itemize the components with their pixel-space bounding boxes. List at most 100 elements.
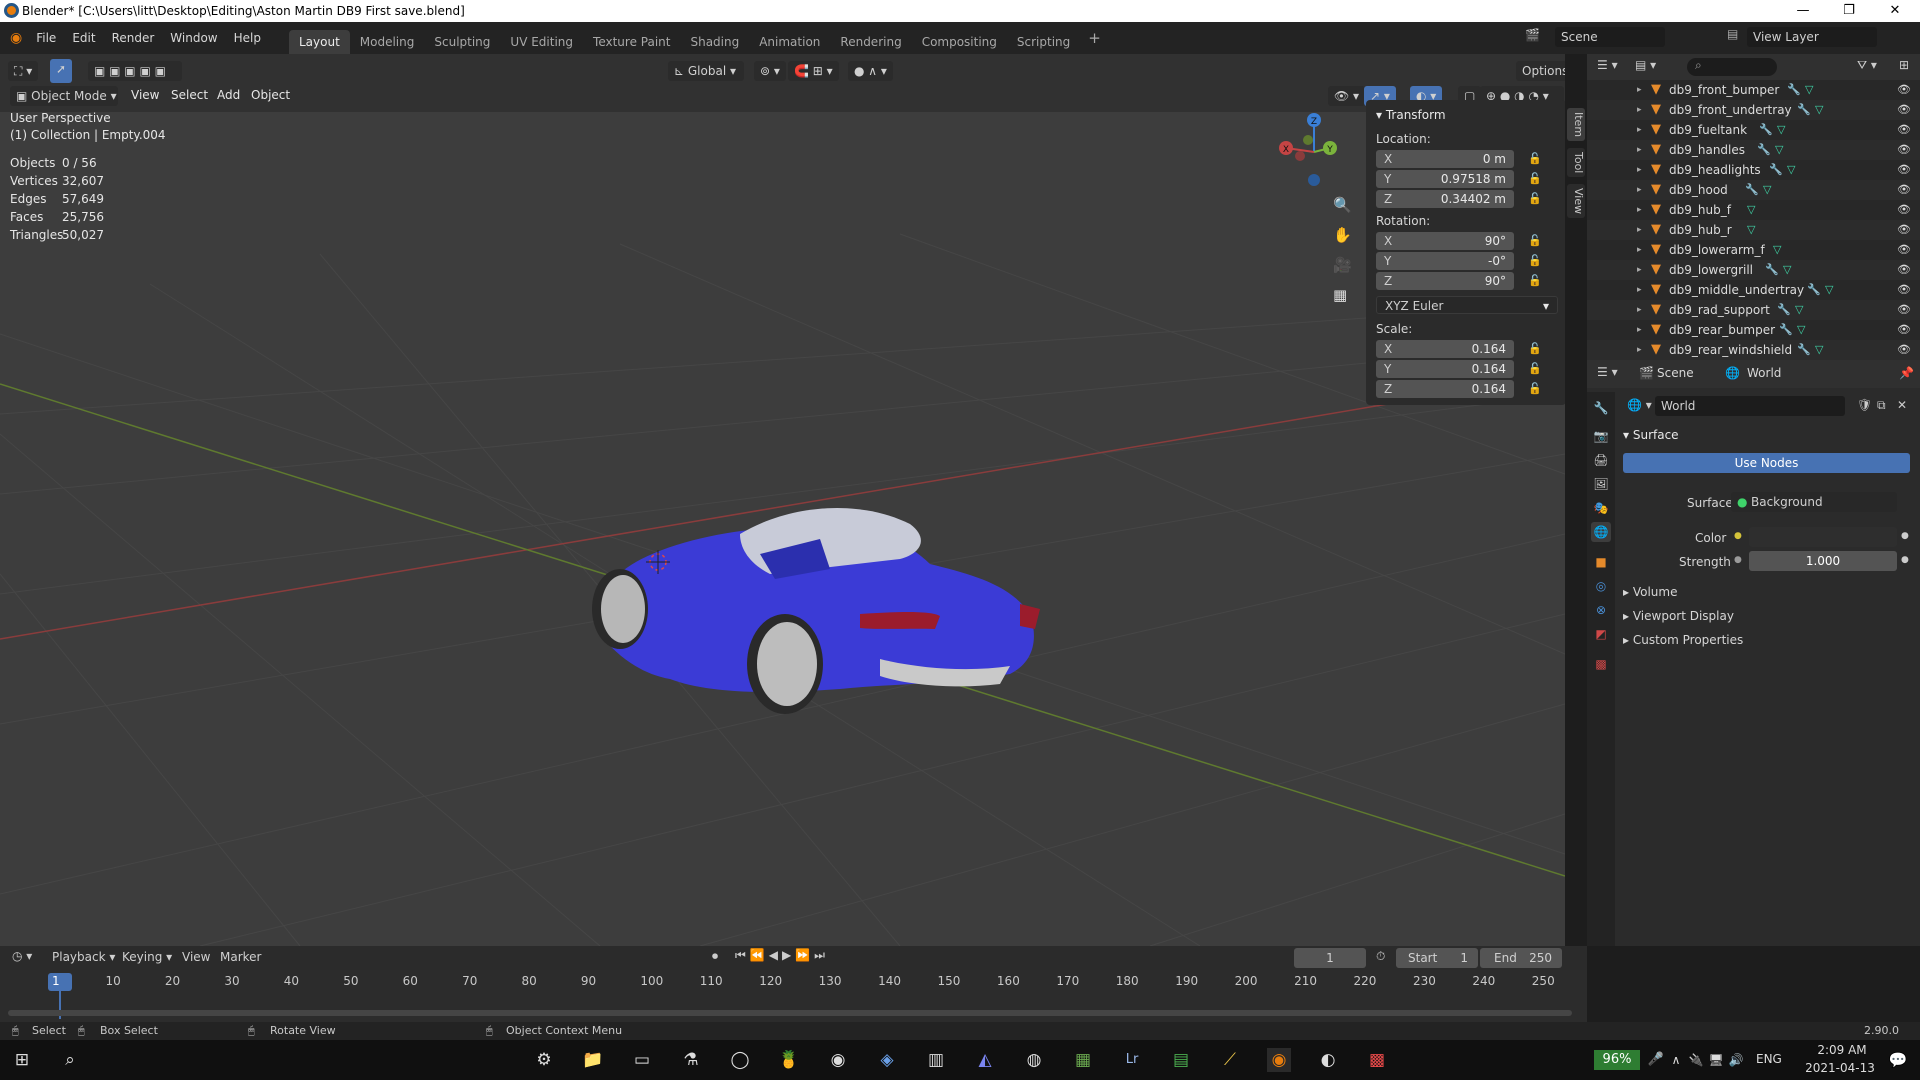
editor-type-button[interactable]: ⛶ ▾ [8,61,39,81]
timeline-menu-view[interactable]: View [182,950,210,964]
unlink-icon[interactable]: ✕ [1897,398,1907,412]
surface-shader-field[interactable]: ● Background [1731,492,1897,512]
tab-modeling[interactable]: Modeling [350,30,425,54]
spreadsheet-icon[interactable]: ▤ [1169,1048,1193,1072]
strength-field[interactable]: 1.000 [1749,551,1897,571]
tab-layout[interactable]: Layout [288,30,350,54]
outliner-row[interactable]: ▸ ▼ db9_fueltank 🔧 ▽ 👁 [1587,120,1920,140]
eye-icon[interactable]: 👁 [1897,140,1911,160]
eye-icon[interactable]: 👁 [1897,320,1911,340]
world-tab-icon[interactable]: 🌐 [1591,522,1611,542]
scale-y-field[interactable]: Y 0.164 [1376,360,1514,378]
outliner-row[interactable]: ▸ ▼ db9_lowerarm_f ▽ 👁 [1587,240,1920,260]
menu-edit[interactable]: Edit [64,22,103,54]
rotation-mode-select[interactable]: XYZ Euler ▾ [1376,296,1558,314]
close-button[interactable]: ✕ [1872,0,1918,22]
color-swatch[interactable] [1749,527,1897,547]
view-layer-icon[interactable]: ▤ [1727,27,1738,41]
object-tab-icon[interactable]: ■ [1591,552,1611,572]
outliner-row[interactable]: ▸ ▼ db9_middle_undertray 🔧 ▽ 👁 [1587,280,1920,300]
view-layer-tab-icon[interactable]: 🖼 [1591,474,1611,494]
eye-icon[interactable]: 👁 [1897,160,1911,180]
tab-item[interactable]: Item [1567,108,1585,142]
lock-icon[interactable]: 🔓 [1528,172,1542,185]
language-indicator[interactable]: ENG [1756,1052,1782,1066]
current-frame-field[interactable]: 1 [1294,948,1366,968]
outliner-row[interactable]: ▸ ▼ db9_hood 🔧 ▽ 👁 [1587,180,1920,200]
outliner-row[interactable]: ▸ ▼ db9_rad_support 🔧 ▽ 👁 [1587,300,1920,320]
browser-icon[interactable]: ◯ [728,1048,752,1072]
clock-time[interactable]: 2:09 AM [1804,1043,1880,1057]
start-frame-field[interactable]: Start 1 [1396,948,1478,968]
minimize-button[interactable]: — [1780,0,1826,22]
navigation-gizmo[interactable]: Z X Y [1270,108,1360,188]
scene-tab-icon[interactable]: 🎭 [1591,498,1611,518]
vp-menu-object[interactable]: Object [251,88,290,102]
proportional-edit-icon[interactable]: ● ∧ ▾ [848,61,893,81]
timeline-scrollbar[interactable] [8,1010,1572,1016]
eye-icon[interactable]: 👁 [1897,240,1911,260]
use-nodes-button[interactable]: Use Nodes [1623,453,1910,473]
lock-icon[interactable]: 🔓 [1528,152,1542,165]
add-workspace-icon[interactable]: + [1080,22,1109,54]
tab-scripting[interactable]: Scripting [1007,30,1080,54]
spotify-icon[interactable]: ◉ [826,1048,850,1072]
car-model[interactable] [590,494,1070,724]
menu-help[interactable]: Help [226,22,269,54]
eye-icon[interactable]: 👁 [1897,100,1911,120]
tab-animation[interactable]: Animation [749,30,830,54]
eye-icon[interactable]: 👁 [1897,200,1911,220]
media-app-icon[interactable]: ▩ [1365,1048,1389,1072]
tab-uv-editing[interactable]: UV Editing [500,30,583,54]
mode-selector[interactable]: ▣ Object Mode ▾ [10,86,118,106]
lock-icon[interactable]: 🔓 [1528,254,1542,267]
world-browse-icon[interactable]: 🌐 ▾ [1627,398,1652,412]
transform-panel-header[interactable]: ▾ Transform [1376,108,1446,122]
settings-icon[interactable]: ⚙ [532,1048,556,1072]
eye-icon[interactable]: 👁 [1897,180,1911,200]
record-icon[interactable]: ⏺ [712,949,718,964]
volume-section-header[interactable]: ▸ Volume [1623,585,1677,599]
pan-hand-icon[interactable]: ✋ [1333,226,1352,244]
vp-menu-view[interactable]: View [131,88,159,102]
fruit-app-icon[interactable]: 🍍 [777,1048,801,1072]
lock-icon[interactable]: 🔓 [1528,342,1542,355]
outliner-search-input[interactable]: ⌕ [1687,58,1777,76]
output-tab-icon[interactable]: 🖨 [1591,450,1611,470]
tab-texture-paint[interactable]: Texture Paint [583,30,680,54]
eye-icon[interactable]: 👁 [1897,260,1911,280]
outliner-row[interactable]: ▸ ▼ db9_front_undertray 🔧 ▽ 👁 [1587,100,1920,120]
outliner-row[interactable]: ▸ ▼ db9_headlights 🔧 ▽ 👁 [1587,160,1920,180]
blender-taskbar-icon[interactable]: ◉ [1267,1048,1291,1072]
keyframe-dot-icon[interactable]: ● [1901,531,1909,541]
physics-tab-icon[interactable]: ◎ [1591,576,1611,596]
timeline-editor-icon[interactable]: ◷ ▾ [12,949,32,963]
playback-controls[interactable]: ⏮⏪◀▶⏩⏭ [735,948,829,963]
app-icon[interactable]: ⚗ [679,1048,703,1072]
eye-icon[interactable]: 👁 [1897,300,1911,320]
outliner-editor-icon[interactable]: ☰ ▾ [1597,58,1618,72]
menu-render[interactable]: Render [104,22,163,54]
select-tool-icon[interactable]: ➚ [50,59,72,83]
options-dropdown[interactable]: Options ▾ [1516,61,1565,81]
eye-icon[interactable]: 👁 [1897,120,1911,140]
minecraft-icon[interactable]: ▦ [1071,1048,1095,1072]
vp-menu-add[interactable]: Add [217,88,240,102]
steam-icon[interactable]: ◍ [1022,1048,1046,1072]
tab-compositing[interactable]: Compositing [912,30,1007,54]
lock-icon[interactable]: 🔓 [1528,362,1542,375]
location-x-field[interactable]: X0 m [1376,150,1514,168]
blender-menu-icon[interactable]: ◉ [0,22,28,54]
pin-icon[interactable]: 📌 [1899,366,1914,380]
3d-viewport[interactable]: ⛶ ▾ ➚ ▣ ▣ ▣ ▣ ▣ ⊾ Global ▾ ⊚ ▾ 🧲 ⊞ ▾ ● ∧… [0,54,1565,946]
audio-app-icon[interactable]: ▥ [924,1048,948,1072]
menu-window[interactable]: Window [162,22,225,54]
duplicate-icon[interactable]: ⧉ [1877,398,1886,413]
lock-icon[interactable]: 🔓 [1528,192,1542,205]
keyframe-dot-icon[interactable]: ● [1901,555,1909,565]
scene-selector-icon[interactable]: 🎬 [1525,28,1540,42]
eye-icon[interactable]: 👁 [1897,340,1911,360]
timeline-menu-playback[interactable]: Playback ▾ [52,950,115,964]
context-world[interactable]: World [1747,366,1781,380]
properties-editor-icon[interactable]: ☰ ▾ [1597,365,1618,379]
